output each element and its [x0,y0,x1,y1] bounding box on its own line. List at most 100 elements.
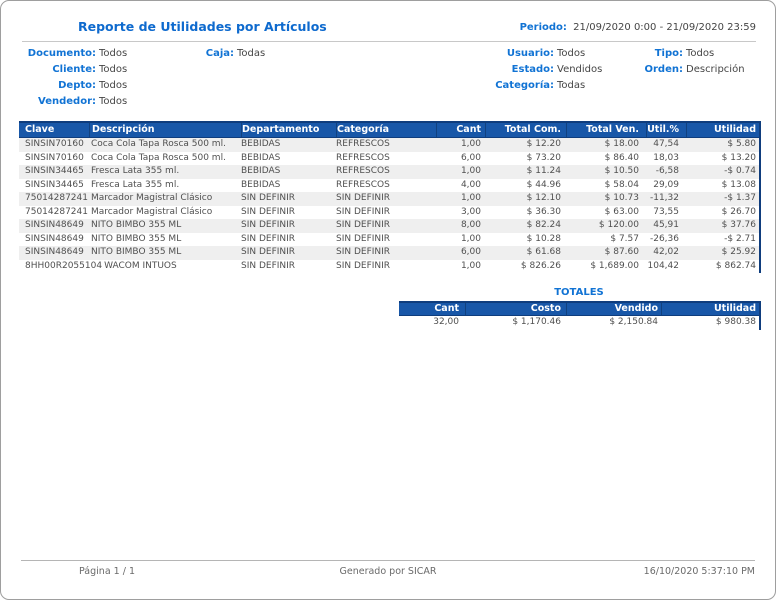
filter-estado: Estado: Vendidos [431,62,603,78]
table-row: SINSIN70160 Coca Cola Tapa Rosca 500 ml. B… [19,138,759,152]
cell-util-pct: 18,03 [653,152,679,163]
cell-clave: SINSIN34465 [25,166,84,176]
cell-util-pct: 73,55 [653,206,679,217]
cell-categoria: SIN DEFINIR [336,233,391,244]
cell-departamento: SIN DEFINIR [241,206,296,217]
page-title: Reporte de Utilidades por Artículos [78,19,327,34]
filter-usuario: Usuario: Todos [431,46,602,62]
cell-descripcion: Marcador Magistral Clásico [91,206,213,217]
table-row: SINSIN34465 Fresca Lata 355 ml. BEBIDAS REF… [19,165,759,179]
cell-categoria: REFRESCOS [336,166,390,176]
filter-estado-label: Estado: [511,64,554,75]
cell-clave: SINSIN48649 [25,220,84,230]
cell-clave: SINSIN70160 [25,139,84,149]
cell-departamento: BEBIDAS [241,152,281,163]
cell-total-com: $ 12.10 [526,193,561,203]
totals-costo: $ 1,170.46 [512,317,561,327]
cell-util-pct: -26,36 [649,233,679,244]
filter-vendedor: Vendedor: Todos [19,94,127,110]
cell-utilidad: $ 862.74 [715,260,756,271]
cell-descripcion: Marcador Magistral Clásico [91,193,213,203]
cell-departamento: BEBIDAS [241,139,281,149]
col-clave: Clave [25,124,55,135]
filter-caja-value: Todas [237,48,266,59]
cell-total-ven: $ 87.60 [604,247,639,257]
filter-vendedor-label: Vendedor: [38,96,96,107]
cell-cant: 3,00 [460,206,481,217]
cell-descripcion: WACOM INTUOS [104,260,177,271]
cell-total-com: $ 10.28 [526,233,561,244]
periodo: Periodo: 21/09/2020 0:00 - 21/09/2020 23… [520,22,756,33]
table-row: 8HH00R2055104 WACOM INTUOS SIN DEFINIR SIN … [19,259,759,273]
cell-cant: 1,00 [460,166,481,176]
cell-clave: SINSIN34465 [25,179,84,190]
totals-col-utilidad: Utilidad [661,303,759,315]
cell-total-com: $ 36.30 [526,206,561,217]
cell-total-ven: $ 1,689.00 [590,260,639,271]
cell-total-ven: $ 120.00 [598,220,639,230]
periodo-value: 21/09/2020 0:00 - 21/09/2020 23:59 [573,22,756,33]
col-categoria: Categoría [336,123,436,137]
filter-orden-value: Descripción [686,64,745,75]
cell-total-ven: $ 58.04 [604,179,639,190]
filter-categoria: Categoría: Todas [431,78,602,94]
generated-datetime: 16/10/2020 5:37:10 PM [643,566,755,577]
cell-total-ven: $ 18.00 [604,139,639,149]
cell-util-pct: 45,91 [653,220,679,230]
cell-utilidad: $ 5.80 [727,139,756,149]
cell-utilidad: -$ 2.71 [724,233,756,244]
cell-cant: 6,00 [460,152,481,163]
cell-departamento: SIN DEFINIR [241,220,296,230]
cell-descripcion: Coca Cola Tapa Rosca 500 ml. [91,139,226,149]
cell-util-pct: -11,32 [649,193,679,203]
report-page: Reporte de Utilidades por Artículos Peri… [0,0,776,600]
cell-clave: 75014287241 [25,206,88,217]
filter-depto: Depto: Todos [19,78,127,94]
cell-clave: SINSIN70160 [25,152,84,163]
col-total-com: Total Com. [485,123,566,137]
cell-total-ven: $ 63.00 [604,206,639,217]
cell-utilidad: $ 26.70 [721,206,756,217]
cell-descripcion: NITO BIMBO 355 ML [91,220,182,230]
filters-caja: Caja: Todas [171,46,265,62]
cell-utilidad: $ 37.76 [721,220,756,230]
cell-utilidad: $ 13.20 [721,152,756,163]
filters-right: Tipo: Todos Orden: Descripción [601,46,745,78]
filter-categoria-value: Todas [557,80,586,91]
col-departamento: Departamento [241,123,336,137]
cell-categoria: REFRESCOS [336,152,390,163]
cell-categoria: SIN DEFINIR [336,247,391,257]
cell-cant: 1,00 [460,139,481,149]
filters-left: Documento: Todos Cliente: Todos Depto: Todo… [19,46,127,110]
cell-total-com: $ 82.24 [526,220,561,230]
cell-categoria: SIN DEFINIR [336,220,391,230]
cell-departamento: SIN DEFINIR [241,233,296,244]
filter-caja-label: Caja: [205,48,234,59]
cell-total-com: $ 61.68 [526,247,561,257]
footer: Página 1 / 1 Generado por SICAR 16/10/20… [1,566,775,580]
cell-utilidad: $ 25.92 [721,247,756,257]
cell-total-ven: $ 10.73 [604,193,639,203]
cell-departamento: SIN DEFINIR [241,193,296,203]
cell-departamento: SIN DEFINIR [241,260,296,271]
totals-table-header: Cant Costo Vendido Utilidad [399,301,759,316]
cell-total-com: $ 11.24 [526,166,561,176]
filter-cliente-value: Todos [99,64,128,75]
table-row: SINSIN70160 Coca Cola Tapa Rosca 500 ml. B… [19,151,759,165]
cell-clave: SINSIN48649 [25,247,84,257]
cell-cant: 6,00 [460,247,481,257]
cell-descripcion: Coca Cola Tapa Rosca 500 ml. [91,152,226,163]
table-row: SINSIN48649 NITO BIMBO 355 ML SIN DEFINIR S… [19,219,759,233]
cell-util-pct: -6,58 [655,166,679,176]
filter-depto-label: Depto: [58,80,96,91]
cell-total-com: $ 12.20 [526,139,561,149]
cell-categoria: REFRESCOS [336,139,390,149]
filter-tipo: Tipo: Todos [601,46,745,62]
totals-col-cant: Cant [434,303,459,314]
table-row: SINSIN34465 Fresca Lata 355 ml. BEBIDAS REF… [19,178,759,192]
totals-col-vendido: Vendido [566,303,661,315]
table-row: 75014287241 Marcador Magistral Clásico SIN… [19,192,759,206]
totals-table: Cant Costo Vendido Utilidad 32,00 $ 1,17… [399,301,761,330]
cell-total-com: $ 73.20 [526,152,561,163]
title-divider [22,41,756,42]
